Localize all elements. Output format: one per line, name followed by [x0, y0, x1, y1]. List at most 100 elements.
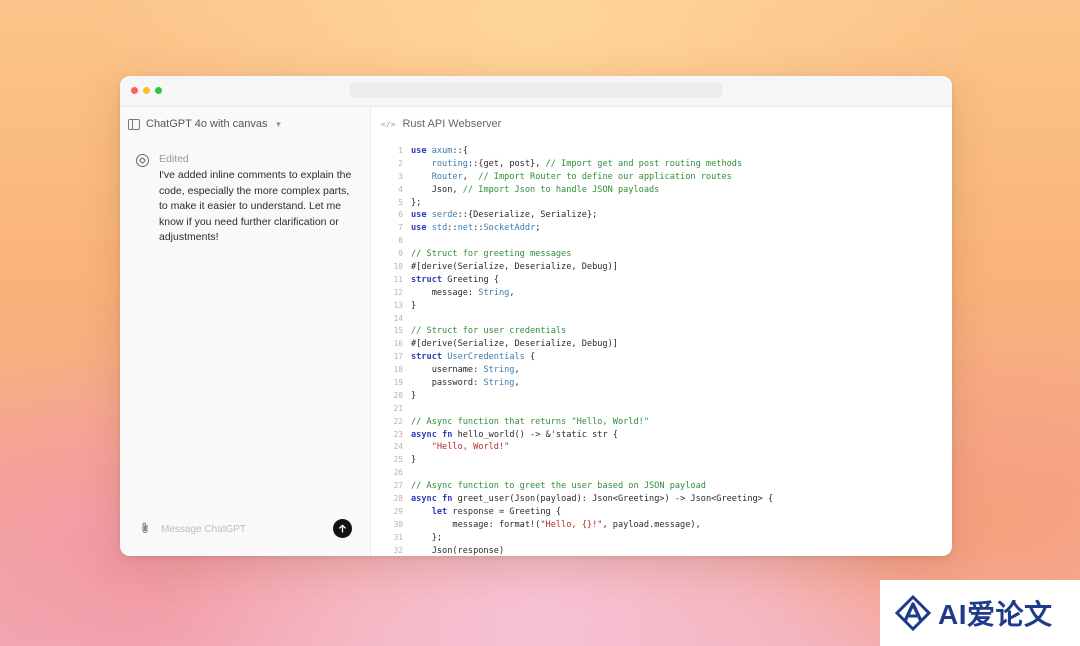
code-line[interactable]: 10 #[derive(Serialize, Deserialize, Debug… [389, 261, 942, 274]
code-line[interactable]: 5}; [389, 197, 942, 210]
watermark-logo-icon [894, 594, 932, 632]
code-line[interactable]: 15 // Struct for user credentials [389, 325, 942, 338]
line-text: message: String, [411, 287, 515, 298]
chat-panel: ChatGPT 4o with canvas ▼ Edited I've add… [120, 107, 371, 556]
code-line[interactable]: 32 Json(response) [389, 545, 942, 556]
line-number: 9 [398, 249, 403, 259]
code-line[interactable]: 31 }; [389, 532, 942, 545]
send-button[interactable] [333, 519, 352, 538]
line-text: #[derive(Serialize, Deserialize, Debug)] [411, 339, 618, 350]
canvas-title: Rust API Webserver [402, 118, 502, 130]
minimize-window-button[interactable] [143, 87, 150, 94]
code-line[interactable]: 6 use serde::{Deserialize, Serialize}; [389, 209, 942, 222]
code-line[interactable]: 8 [389, 235, 942, 248]
code-line[interactable]: 25} [389, 454, 942, 467]
line-text: "Hello, World!" [431, 442, 510, 453]
code-line[interactable]: 11 struct Greeting { [389, 274, 942, 287]
line-number: 30 [393, 519, 403, 529]
code-line[interactable]: 24 "Hello, World!" [389, 441, 942, 454]
line-number: 4 [398, 184, 403, 194]
arrow-up-icon [339, 524, 346, 533]
line-number: 32 [393, 545, 403, 555]
code-line[interactable]: 30 message: format!("Hello, {}!", payloa… [389, 519, 942, 532]
code-editor[interactable]: 1 use axum::{2 routing::{get, post}, // I… [389, 145, 942, 556]
line-text: } [411, 300, 417, 311]
line-number: 18 [393, 365, 403, 375]
chatgpt-logo-icon [136, 154, 149, 167]
code-line[interactable]: 2 routing::{get, post}, // Import get an… [389, 158, 942, 171]
code-line[interactable]: 29 let response = Greeting { [389, 506, 942, 519]
code-line[interactable]: 12 message: String, [389, 287, 942, 300]
line-number: 15 [393, 326, 403, 336]
code-line[interactable]: 28 async fn greet_user(Json(payload): Jso… [389, 493, 942, 506]
line-text: let response = Greeting { [431, 506, 562, 517]
app-body: ChatGPT 4o with canvas ▼ Edited I've add… [120, 107, 952, 556]
line-number: 22 [393, 416, 403, 426]
message-text: I've added inline comments to explain th… [159, 169, 352, 243]
code-line[interactable]: 22 // Async function that returns "Hello,… [389, 416, 942, 429]
line-text: // Async function to greet the user base… [411, 481, 706, 492]
code-line[interactable]: 26 [389, 467, 942, 480]
code-line[interactable]: 17 struct UserCredentials { [389, 351, 942, 364]
line-text: // Struct for greeting messages [411, 249, 572, 260]
chevron-down-icon[interactable]: ▼ [274, 120, 282, 129]
line-number: 28 [393, 494, 403, 504]
code-line[interactable]: 9 // Struct for greeting messages [389, 248, 942, 261]
line-number: 14 [393, 313, 403, 323]
line-text: } [411, 455, 417, 466]
code-line[interactable]: 1 use axum::{ [389, 145, 942, 158]
line-text: }; [411, 197, 422, 208]
line-number: 1 [398, 146, 403, 155]
line-number: 17 [393, 352, 403, 362]
watermark-logo-glyph [895, 595, 931, 631]
maximize-window-button[interactable] [155, 87, 162, 94]
line-text: message: format!("Hello, {}!", payload.m… [411, 519, 701, 530]
message-input[interactable] [159, 522, 323, 536]
watermark-text: AI爱论文 [938, 599, 1053, 630]
code-line[interactable]: 27 // Async function to greet the user ba… [389, 480, 942, 493]
code-line[interactable]: 3 Router, // Import Router to define our… [389, 171, 942, 184]
line-number: 26 [393, 468, 403, 478]
line-text: // Struct for user credentials [411, 326, 567, 337]
line-text: use serde::{Deserialize, Serialize}; [411, 210, 598, 221]
code-line[interactable]: 7 use std::net::SocketAddr; [389, 222, 942, 235]
line-number: 24 [393, 442, 403, 452]
model-title[interactable]: ChatGPT 4o with canvas [146, 118, 267, 130]
line-text: // Async function that returns "Hello, W… [411, 416, 649, 427]
code-line[interactable]: 13} [389, 300, 942, 313]
line-number: 31 [393, 532, 403, 542]
line-text: struct Greeting { [411, 274, 499, 285]
code-line[interactable]: 4 Json, // Import Json to handle JSON pa… [389, 184, 942, 197]
address-bar[interactable] [350, 83, 722, 98]
line-text: Json(response) [411, 545, 505, 556]
line-text: use axum::{ [411, 146, 468, 156]
model-selector[interactable]: ChatGPT 4o with canvas ▼ [128, 118, 282, 130]
message-body: Edited I've added inline comments to exp… [159, 153, 359, 246]
paperclip-glyph [142, 522, 148, 533]
line-text: async fn greet_user(Json(payload): Json<… [411, 494, 774, 505]
assistant-message: Edited I've added inline comments to exp… [136, 153, 359, 246]
app-window: ChatGPT 4o with canvas ▼ Edited I've add… [120, 76, 952, 556]
code-line[interactable]: 16 #[derive(Serialize, Deserialize, Debug… [389, 338, 942, 351]
code-line[interactable]: 19 password: String, [389, 377, 942, 390]
line-text: Router, // Import Router to define our a… [431, 171, 732, 182]
code-line[interactable]: 21 [389, 403, 942, 416]
paperclip-icon[interactable] [140, 522, 154, 537]
code-line[interactable]: 20} [389, 390, 942, 403]
sidebar-icon[interactable] [128, 118, 140, 130]
code-line[interactable]: 23 async fn hello_world() -> &'static str… [389, 429, 942, 442]
canvas-panel: </> Rust API Webserver 1 use axum::{2 rou… [371, 107, 952, 556]
line-number: 2 [398, 158, 403, 168]
line-number: 23 [393, 429, 403, 439]
code-line[interactable]: 14 [389, 313, 942, 326]
close-window-button[interactable] [131, 87, 138, 94]
line-number: 21 [393, 403, 403, 413]
code-line[interactable]: 18 username: String, [389, 364, 942, 377]
line-number: 13 [393, 300, 403, 310]
line-number: 3 [398, 171, 403, 181]
line-number: 11 [393, 274, 403, 284]
watermark: AI爱论文 [880, 580, 1080, 646]
line-number: 25 [393, 455, 403, 465]
line-text: #[derive(Serialize, Deserialize, Debug)] [411, 262, 618, 273]
line-text: }; [411, 532, 443, 543]
